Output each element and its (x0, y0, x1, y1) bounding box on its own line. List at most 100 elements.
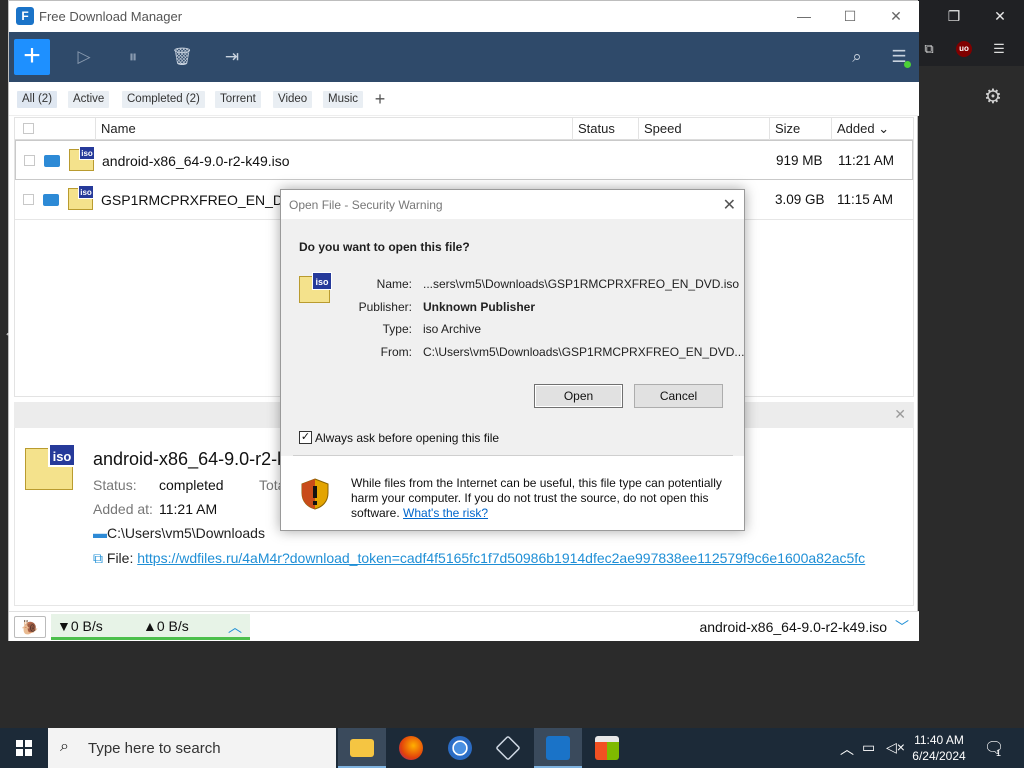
column-added-label: Added (837, 121, 875, 136)
maximize-button[interactable]: ☐ (827, 1, 873, 32)
chevron-down-icon[interactable]: ﹀ (895, 617, 909, 637)
taskbar-search[interactable]: ⌕ Type here to search (48, 728, 336, 768)
extensions-icon[interactable]: ⧉ (920, 40, 938, 58)
file-explorer-icon (350, 739, 374, 757)
taskbar: ⌕ Type here to search ︿ ▭ ◁× 11:40 AM 6/… (0, 728, 1024, 768)
table-header: Name Status Speed Size Added ⌄ (15, 118, 913, 140)
details-path-text: C:\Users\vm5\Downloads (107, 525, 265, 541)
delete-icon[interactable]: 🗑 (170, 46, 194, 68)
windows-logo-icon (16, 740, 32, 756)
iso-file-icon: iso (25, 443, 76, 490)
browser-titlebar: ❐ ✕ (918, 0, 1024, 32)
filter-music[interactable]: Music (323, 91, 364, 108)
external-link-icon: ⧉ (93, 550, 103, 566)
filter-bar: All (2) Active Completed (2) Torrent Vid… (9, 82, 919, 116)
folder-icon[interactable] (43, 194, 59, 206)
taskbar-virtualbox[interactable] (484, 728, 532, 768)
row-size: 919 MB (776, 153, 823, 168)
ublock-icon[interactable]: uo (956, 41, 972, 57)
dialog-close-button[interactable]: ✕ (723, 195, 736, 215)
status-current-file[interactable]: android-x86_64-9.0-r2-k49.iso (699, 619, 887, 635)
filter-torrent[interactable]: Torrent (215, 91, 261, 108)
fdm-icon (546, 736, 570, 760)
folder-icon[interactable] (44, 155, 60, 167)
filter-active[interactable]: Active (68, 91, 110, 108)
column-status[interactable]: Status (572, 118, 637, 140)
details-file-url[interactable]: https://wdfiles.ru/4aM4r?download_token=… (137, 550, 865, 566)
app-title: Free Download Manager (39, 9, 183, 24)
taskbar-chrome[interactable] (436, 728, 484, 768)
minimize-button[interactable]: — (781, 1, 827, 32)
row-name: android-x86_64-9.0-r2-k49.iso (102, 153, 290, 169)
table-row[interactable]: iso android-x86_64-9.0-r2-k49.iso 919 MB… (15, 140, 913, 180)
row-checkbox[interactable] (23, 194, 34, 205)
gear-icon[interactable]: ⚙ (982, 86, 1004, 108)
taskbar-store[interactable] (583, 728, 631, 768)
restore-icon[interactable]: ❐ (944, 6, 964, 26)
close-icon[interactable]: ✕ (990, 6, 1010, 26)
notification-count: 1 (996, 748, 1002, 758)
firefox-icon (399, 736, 423, 760)
details-status-value: completed (159, 477, 224, 493)
select-all-checkbox[interactable] (23, 123, 34, 134)
chevron-up-icon[interactable]: ︿ (840, 739, 854, 759)
add-download-button[interactable]: + (14, 39, 50, 75)
chevron-up-icon[interactable]: ︿ (228, 617, 242, 637)
open-button[interactable]: Open (534, 384, 623, 408)
column-size[interactable]: Size (769, 118, 831, 140)
row-size: 3.09 GB (775, 192, 825, 207)
taskbar-file-explorer[interactable] (338, 728, 386, 768)
folder-icon: ▬ (93, 525, 107, 541)
clock-time: 11:40 AM (914, 733, 964, 747)
filter-all[interactable]: All (2) (17, 91, 58, 108)
dialog-question: Do you want to open this file? (299, 240, 470, 254)
taskbar-clock[interactable]: 11:40 AM 6/24/2024 (908, 732, 970, 764)
volume-muted-icon[interactable]: ◁× (886, 739, 905, 756)
field-type-label: Type: (382, 322, 412, 336)
column-speed[interactable]: Speed (638, 118, 769, 140)
network-icon[interactable]: ▭ (862, 739, 875, 756)
column-name[interactable]: Name (95, 118, 577, 140)
row-added: 11:15 AM (837, 192, 894, 207)
browser-content (918, 66, 1024, 728)
details-file-label: File: (106, 550, 134, 566)
search-icon[interactable]: ⌕ (845, 46, 869, 68)
always-ask-label[interactable]: Always ask before opening this file (315, 431, 499, 445)
field-from-value: C:\Users\vm5\Downloads\GSP1RMCPRXFREO_EN… (423, 345, 745, 359)
pause-icon[interactable]: ⏸ (121, 46, 145, 68)
store-icon (595, 736, 619, 760)
start-button[interactable] (0, 728, 48, 768)
add-filter-button[interactable]: + (371, 89, 389, 109)
iso-file-icon: iso (68, 185, 94, 210)
warning-text: While files from the Internet can be use… (351, 476, 736, 521)
download-speed: ▼0 B/s (57, 618, 103, 634)
taskbar-fdm[interactable] (534, 728, 582, 768)
speed-indicator[interactable]: ▼0 B/s ▲0 B/s ︿ (51, 614, 250, 640)
details-added-value: 11:21 AM (159, 501, 218, 517)
search-placeholder: Type here to search (88, 740, 221, 757)
filter-video[interactable]: Video (273, 91, 313, 108)
speed-limit-snail-icon[interactable]: 🐌 (14, 616, 46, 638)
notification-icon[interactable]: 🗨 (984, 738, 1004, 758)
field-name-label: Name: (376, 277, 412, 291)
cancel-button[interactable]: Cancel (634, 384, 723, 408)
whats-the-risk-link[interactable]: What's the risk? (403, 506, 488, 520)
row-checkbox[interactable] (24, 155, 35, 166)
sort-desc-icon: ⌄ (878, 121, 890, 136)
field-type-value: iso Archive (423, 322, 482, 336)
close-details-icon[interactable]: ✕ (894, 406, 906, 423)
details-path[interactable]: ▬C:\Users\vm5\Downloads (93, 525, 265, 541)
taskbar-firefox[interactable] (387, 728, 435, 768)
browser-menu-icon[interactable]: ☰ (990, 40, 1008, 58)
column-added[interactable]: Added ⌄ (831, 118, 913, 140)
filter-completed[interactable]: Completed (2) (122, 91, 205, 108)
virtualbox-icon (495, 735, 521, 761)
row-added: 11:21 AM (838, 153, 895, 168)
always-ask-checkbox[interactable]: ✓ (299, 431, 312, 444)
close-button[interactable]: ✕ (873, 1, 919, 32)
resume-icon[interactable]: ▷ (72, 46, 96, 68)
status-bar: 🐌 ▼0 B/s ▲0 B/s ︿ android-x86_64-9.0-r2-… (9, 611, 919, 641)
move-icon[interactable]: ⇥ (220, 46, 244, 68)
field-publisher-value: Unknown Publisher (423, 300, 536, 314)
resize-cursor-icon: ⇔ (4, 326, 16, 340)
